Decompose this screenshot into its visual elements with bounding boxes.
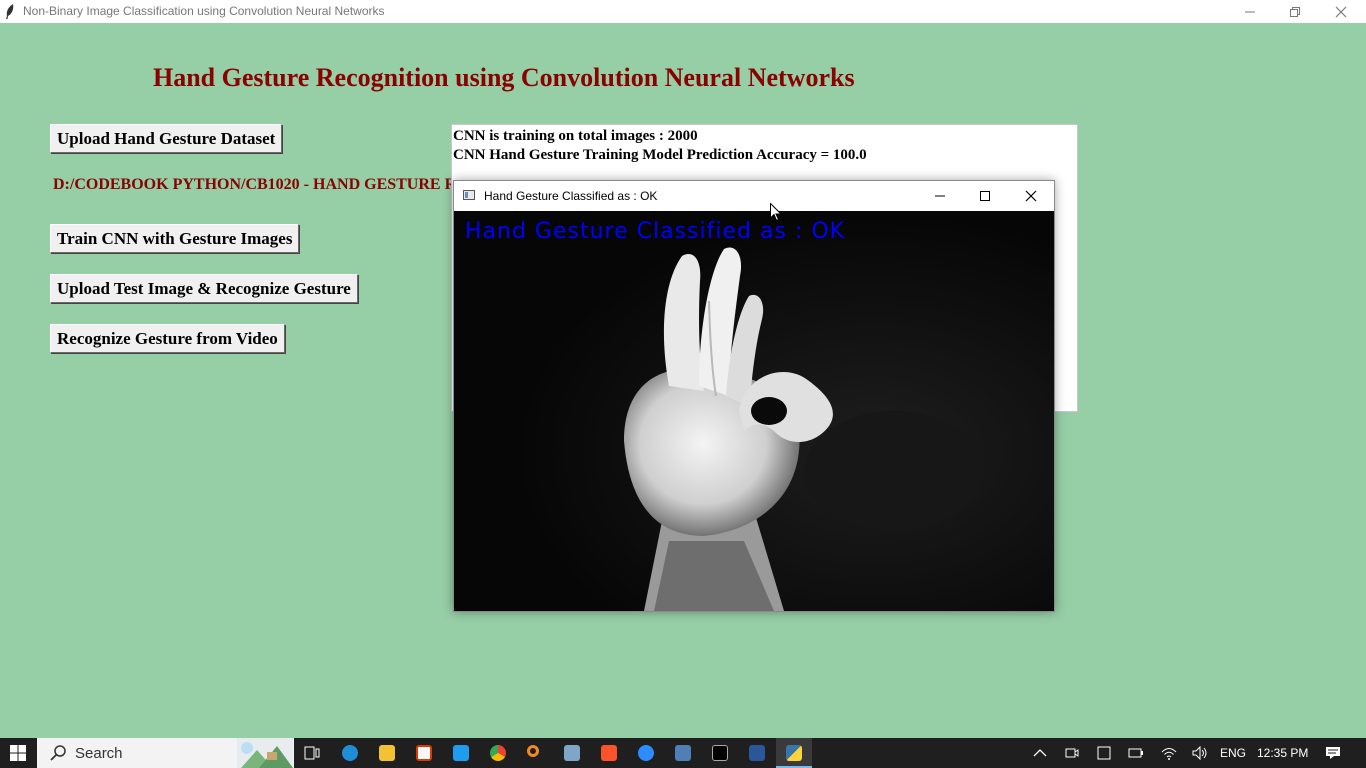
minimize-icon xyxy=(1245,11,1255,13)
tray-volume[interactable] xyxy=(1189,738,1211,768)
magnifier-icon xyxy=(527,745,539,757)
search-label: Search xyxy=(75,745,123,762)
maximize-icon xyxy=(980,191,990,201)
tray-wifi[interactable] xyxy=(1158,738,1180,768)
task-view-icon xyxy=(304,746,320,760)
taskbar-control-panel[interactable] xyxy=(665,738,701,768)
taskbar-zoom[interactable] xyxy=(628,738,664,768)
volume-icon xyxy=(1192,746,1207,760)
taskbar-task-view[interactable] xyxy=(294,738,330,768)
taskbar-edge[interactable] xyxy=(332,738,368,768)
classification-overlay-text: Hand Gesture Classified as : OK xyxy=(465,219,845,244)
taskbar-snipping-tool[interactable] xyxy=(554,738,590,768)
tray-language[interactable]: ENG xyxy=(1220,738,1250,768)
show-hidden-icons-button[interactable] xyxy=(1030,738,1050,768)
taskbar-command-prompt[interactable] xyxy=(702,738,738,768)
taskbar-office[interactable] xyxy=(406,738,442,768)
search-icon xyxy=(50,745,66,761)
minimize-button[interactable] xyxy=(1227,0,1273,23)
output-line-training: CNN is training on total images : 2000 xyxy=(453,128,698,144)
office-icon xyxy=(416,745,432,761)
taskbar-brave[interactable] xyxy=(591,738,627,768)
python-icon xyxy=(786,745,802,761)
train-cnn-button[interactable]: Train CNN with Gesture Images xyxy=(50,224,300,253)
control-panel-icon xyxy=(675,745,691,761)
upload-dataset-button[interactable]: Upload Hand Gesture Dataset xyxy=(50,124,283,153)
recognize-video-button[interactable]: Recognize Gesture from Video xyxy=(50,324,285,353)
popup-maximize-button[interactable] xyxy=(962,181,1008,211)
tray-clock[interactable]: 12:35 PM xyxy=(1257,738,1312,768)
display-icon xyxy=(1097,746,1111,760)
tray-network-alert[interactable] xyxy=(1094,738,1114,768)
word-icon xyxy=(749,745,765,761)
mouse-cursor-icon xyxy=(770,203,782,222)
vscode-icon xyxy=(453,745,469,761)
windows-logo-icon xyxy=(10,745,26,761)
meet-now-icon xyxy=(1065,748,1079,758)
output-line-accuracy: CNN Hand Gesture Training Model Predicti… xyxy=(453,147,867,163)
popup-minimize-button[interactable] xyxy=(917,181,963,211)
taskbar-search-box[interactable]: Search xyxy=(37,738,294,768)
restore-button[interactable] xyxy=(1272,0,1318,23)
start-button[interactable] xyxy=(0,738,36,768)
search-highlight-icon xyxy=(237,738,293,768)
restore-icon xyxy=(1290,7,1300,17)
notification-icon xyxy=(1326,747,1340,759)
brave-icon xyxy=(601,745,617,761)
popup-title: Hand Gesture Classified as : OK xyxy=(484,189,658,203)
tray-battery[interactable] xyxy=(1126,738,1146,768)
hand-ok-gesture-image: Hand Gesture Classified as : OK xyxy=(454,211,1054,611)
taskbar-word[interactable] xyxy=(739,738,775,768)
taskbar-python[interactable] xyxy=(776,738,812,768)
page-heading: Hand Gesture Recognition using Convoluti… xyxy=(153,63,855,92)
classification-popup-window[interactable]: Hand Gesture Classified as : OK Hand Ges… xyxy=(453,180,1055,612)
command-prompt-icon xyxy=(712,745,728,761)
tray-notifications[interactable] xyxy=(1322,738,1344,768)
taskbar: Search ENG 12:35 PM xyxy=(0,738,1366,768)
upload-test-image-button[interactable]: Upload Test Image & Recognize Gesture xyxy=(50,274,358,303)
chevron-up-icon xyxy=(1033,749,1047,757)
tray-meet-now[interactable] xyxy=(1062,738,1082,768)
taskbar-file-explorer[interactable] xyxy=(369,738,405,768)
popup-titlebar[interactable]: Hand Gesture Classified as : OK xyxy=(454,181,1054,211)
edge-icon xyxy=(342,745,358,761)
minimize-icon xyxy=(935,195,945,197)
battery-icon xyxy=(1128,748,1143,758)
popup-close-button[interactable] xyxy=(1008,181,1054,211)
main-window-titlebar: Non-Binary Image Classification using Co… xyxy=(0,0,1366,23)
wifi-icon xyxy=(1161,748,1177,760)
window-app-icon xyxy=(463,190,475,200)
chrome-icon xyxy=(490,745,506,761)
file-explorer-icon xyxy=(379,745,395,761)
feather-app-icon xyxy=(6,4,14,19)
taskbar-magnifier[interactable] xyxy=(517,738,553,768)
snipping-tool-icon xyxy=(564,745,580,761)
gesture-image: Hand Gesture Classified as : OK xyxy=(454,211,1054,611)
taskbar-chrome[interactable] xyxy=(480,738,516,768)
main-window-title: Non-Binary Image Classification using Co… xyxy=(23,4,385,18)
close-icon xyxy=(1335,6,1347,18)
close-button[interactable] xyxy=(1318,0,1364,23)
zoom-icon xyxy=(638,745,654,761)
taskbar-vscode[interactable] xyxy=(443,738,479,768)
close-icon xyxy=(1025,190,1037,202)
